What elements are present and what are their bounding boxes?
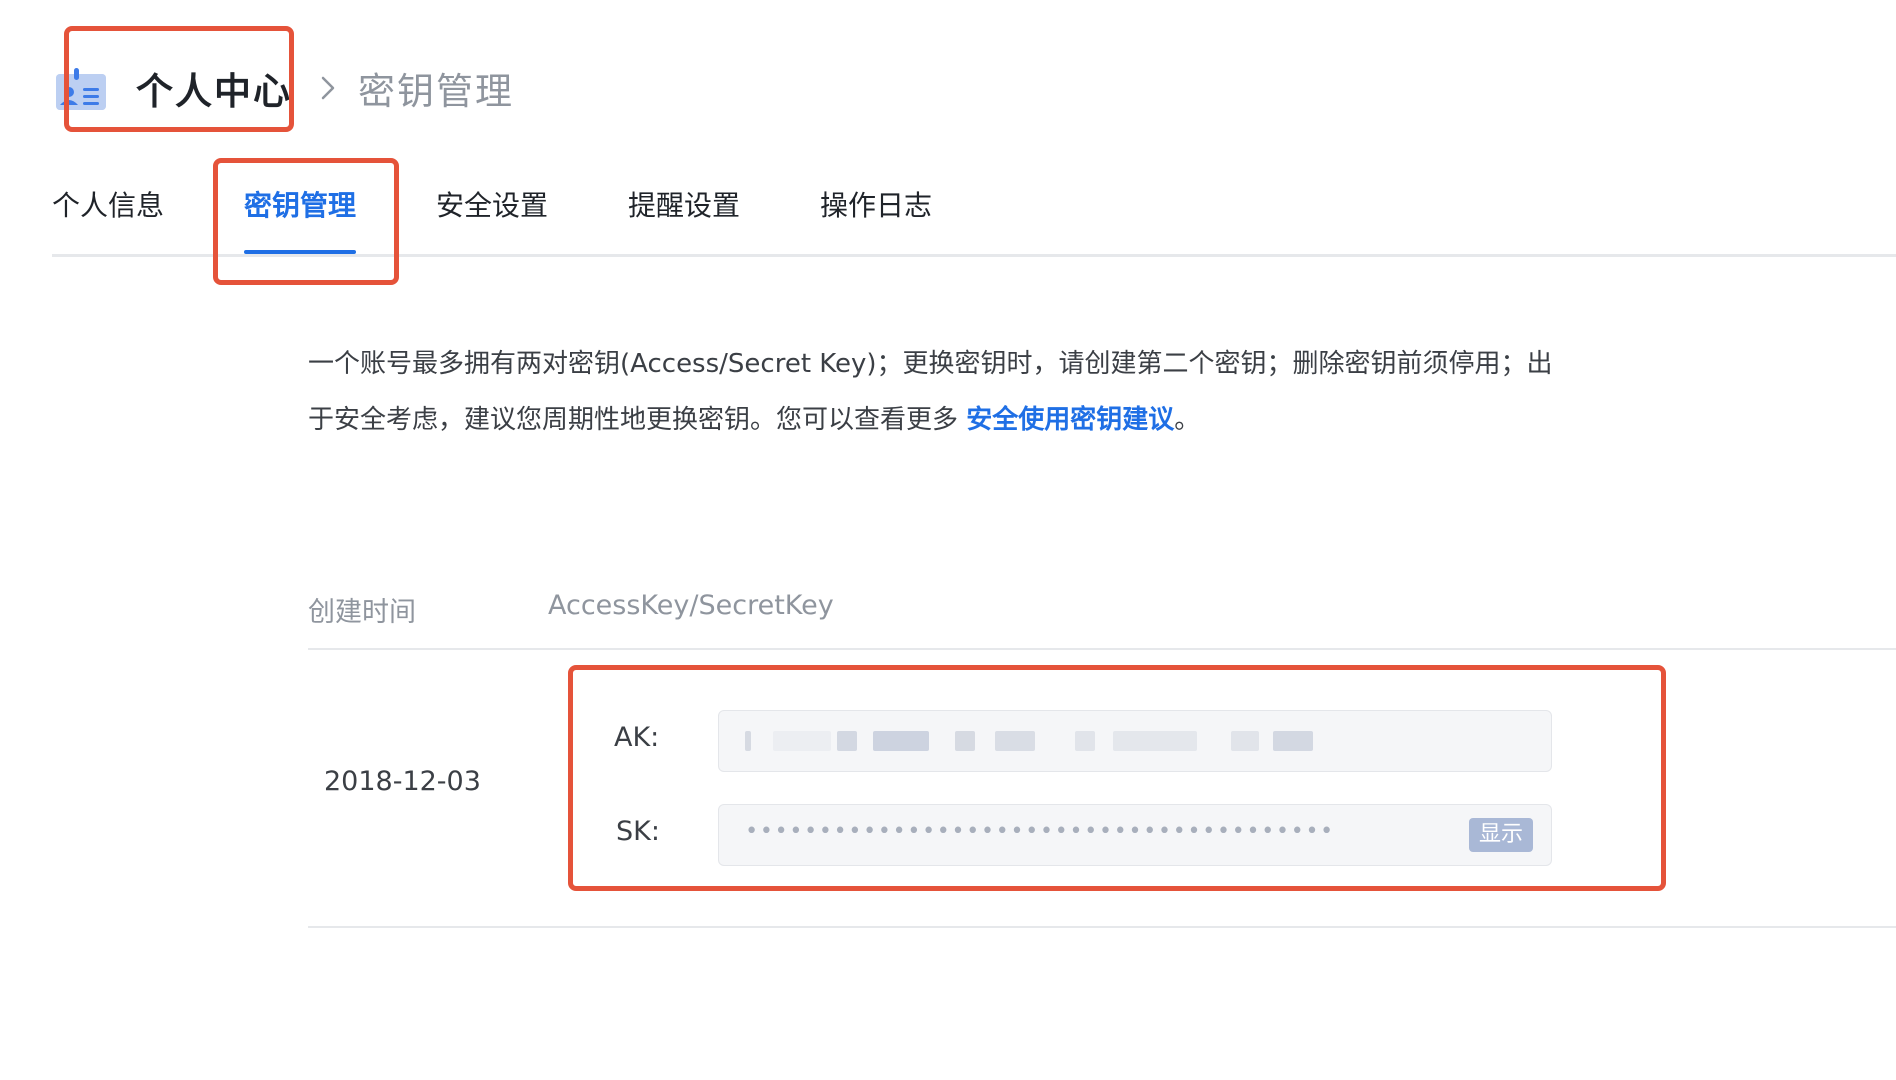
ak-blurred-segment — [1113, 731, 1197, 751]
ak-blurred-segment — [745, 731, 751, 751]
ak-blurred-segment — [1075, 731, 1095, 751]
column-created-time: 创建时间 — [308, 597, 416, 628]
tab-personal-info[interactable]: 个人信息 — [52, 184, 164, 224]
breadcrumb-root[interactable]: 个人中心 — [136, 61, 292, 115]
description-text: 一个账号最多拥有两对密钥(Access/Secret Key)；更换密钥时，请创… — [308, 349, 1553, 435]
ak-blurred-segment — [995, 731, 1035, 751]
tab-key-management[interactable]: 密钥管理 — [244, 184, 356, 224]
show-secret-key-button[interactable]: 显示 — [1468, 818, 1533, 852]
user-card-icon — [52, 66, 108, 110]
breadcrumb-current: 密钥管理 — [358, 70, 514, 113]
ak-blurred-segment — [1231, 731, 1259, 751]
created-date: 2018-12-03 — [324, 766, 481, 797]
sk-field[interactable]: ••••••••••••••••••••••••••••••••••••••••… — [718, 804, 1552, 866]
sk-label: SK: — [616, 816, 660, 847]
tab-reminder-settings[interactable]: 提醒设置 — [628, 184, 740, 224]
sk-masked-value: •••••••••••••••••••••••••••••••••••••••• — [745, 819, 1335, 844]
table-row: 2018-12-03 AK: SK: •••••••••••••••••••••… — [308, 650, 1896, 928]
ak-blurred-segment — [955, 731, 975, 751]
tab-security-settings[interactable]: 安全设置 — [436, 184, 548, 224]
ak-blurred-segment — [837, 731, 857, 751]
active-tab-indicator — [244, 250, 356, 254]
column-access-secret-key: AccessKey/SecretKey — [548, 590, 834, 621]
description-suffix: 。 — [1174, 405, 1201, 435]
ak-field[interactable] — [718, 710, 1552, 772]
ak-blurred-segment — [1273, 731, 1313, 751]
secure-key-usage-link[interactable]: 安全使用密钥建议 — [966, 405, 1174, 435]
key-table-header: 创建时间 AccessKey/SecretKey — [308, 580, 1896, 650]
key-policy-description: 一个账号最多拥有两对密钥(Access/Secret Key)；更换密钥时，请创… — [308, 336, 1558, 448]
breadcrumb: 个人中心 密钥管理 — [52, 56, 514, 120]
ak-blurred-segment — [873, 731, 929, 751]
tab-bar: 个人信息 密钥管理 安全设置 提醒设置 操作日志 — [52, 160, 1896, 257]
key-management-page: 个人中心 密钥管理 个人信息 密钥管理 安全设置 提醒设置 操作日志 一个账号最… — [0, 0, 1896, 1080]
ak-label: AK: — [614, 722, 660, 753]
ak-blurred-segment — [773, 731, 831, 751]
chevron-right-icon — [320, 75, 336, 101]
tab-operation-log[interactable]: 操作日志 — [820, 184, 932, 224]
